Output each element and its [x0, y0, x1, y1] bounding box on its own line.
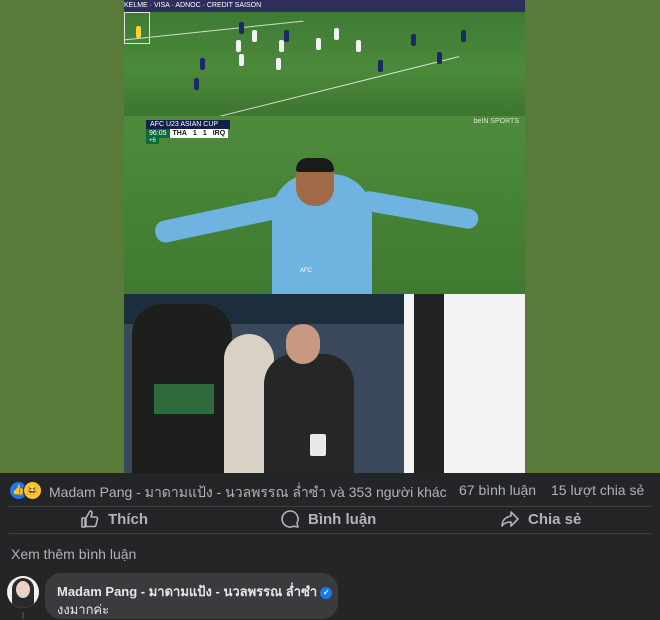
share-button[interactable]: Chia sẻ	[500, 507, 581, 531]
player	[239, 22, 244, 34]
player	[236, 40, 241, 52]
staff-jacket-stripe	[154, 384, 214, 414]
match-frame-referee: AFC U23 ASIAN CUP 96:05 THA 1 1 IRQ +6 b…	[124, 116, 525, 294]
player	[276, 58, 281, 70]
player	[252, 30, 257, 42]
like-button[interactable]: Thích	[80, 507, 148, 531]
comment-label: Bình luận	[308, 510, 377, 528]
comment-button[interactable]: Bình luận	[280, 507, 376, 531]
like-label: Thích	[108, 510, 148, 528]
player	[378, 60, 383, 72]
comment-count[interactable]: 67 bình luận	[459, 482, 536, 498]
pitch-line	[124, 20, 304, 41]
player	[411, 34, 416, 46]
match-frame-bench	[124, 294, 525, 473]
reactions-row: 👍 😆 Madam Pang - มาดามแป้ง - นวลพรรณ ล่ำ…	[0, 473, 660, 507]
afc-badge: AFC	[300, 268, 312, 274]
thread-line	[22, 612, 24, 619]
home-team: THA	[169, 129, 190, 138]
share-arrow-icon	[501, 511, 519, 527]
dark-stripe	[414, 294, 444, 473]
accreditation-badge	[310, 434, 326, 456]
comment-author-name: Madam Pang - มาดามแป้ง - นวลพรรณ ล่ำซำ	[57, 584, 318, 599]
away-team: IRQ	[209, 129, 229, 138]
scoreboard: AFC U23 ASIAN CUP 96:05 THA 1 1 IRQ +6	[146, 120, 230, 144]
haha-reaction-icon: 😆	[23, 481, 42, 500]
home-score: 1	[189, 129, 200, 138]
ad-board-text: KELME · VISA · ADNOC · CREDIT SAISON	[124, 2, 262, 9]
ad-board: KELME · VISA · ADNOC · CREDIT SAISON	[124, 0, 525, 11]
away-score: 1	[199, 129, 210, 138]
player	[239, 54, 244, 66]
competition-label: AFC U23 ASIAN CUP	[146, 120, 230, 129]
player	[356, 40, 361, 52]
pitch-line	[138, 56, 460, 116]
player	[279, 40, 284, 52]
player	[437, 52, 442, 64]
player	[284, 30, 289, 42]
share-count[interactable]: 15 lượt chia sẻ	[551, 482, 644, 498]
referee-hair	[296, 158, 334, 172]
avatar-face	[16, 581, 30, 598]
post-actions: Thích Bình luận Chia sẻ	[0, 507, 660, 531]
player	[334, 28, 339, 40]
player	[316, 38, 321, 50]
player	[194, 78, 199, 90]
player	[461, 30, 466, 42]
reaction-names[interactable]: Madam Pang - มาดามแป้ง - นวลพรรณ ล่ำซำ v…	[49, 482, 447, 504]
verified-badge-icon: ✓	[320, 586, 333, 599]
broadcaster-watermark: beIN SPORTS	[473, 118, 519, 125]
post-media[interactable]: KELME · VISA · ADNOC · CREDIT SAISON AFC…	[0, 0, 660, 473]
comment-bubble-icon	[281, 510, 299, 528]
coach-head	[286, 324, 320, 364]
comment-text: งงมากค่ะ	[57, 602, 110, 617]
match-clock: 96:05	[146, 129, 170, 138]
coach	[264, 354, 354, 473]
referee-arm	[358, 189, 480, 231]
divider	[9, 533, 651, 534]
goalkeeper	[136, 26, 141, 38]
match-frame-wide: KELME · VISA · ADNOC · CREDIT SAISON	[124, 0, 525, 116]
share-label: Chia sẻ	[528, 510, 582, 528]
view-more-comments-link[interactable]: Xem thêm bình luận	[11, 546, 136, 562]
comment-bubble: Madam Pang - มาดามแป้ง - นวลพรรณ ล่ำซำ ✓ …	[45, 573, 338, 619]
avatar[interactable]	[7, 576, 39, 608]
player	[200, 58, 205, 70]
reaction-icons[interactable]: 👍 😆	[9, 481, 45, 500]
added-time: +6	[146, 138, 159, 144]
thumbs-up-icon	[81, 510, 99, 528]
